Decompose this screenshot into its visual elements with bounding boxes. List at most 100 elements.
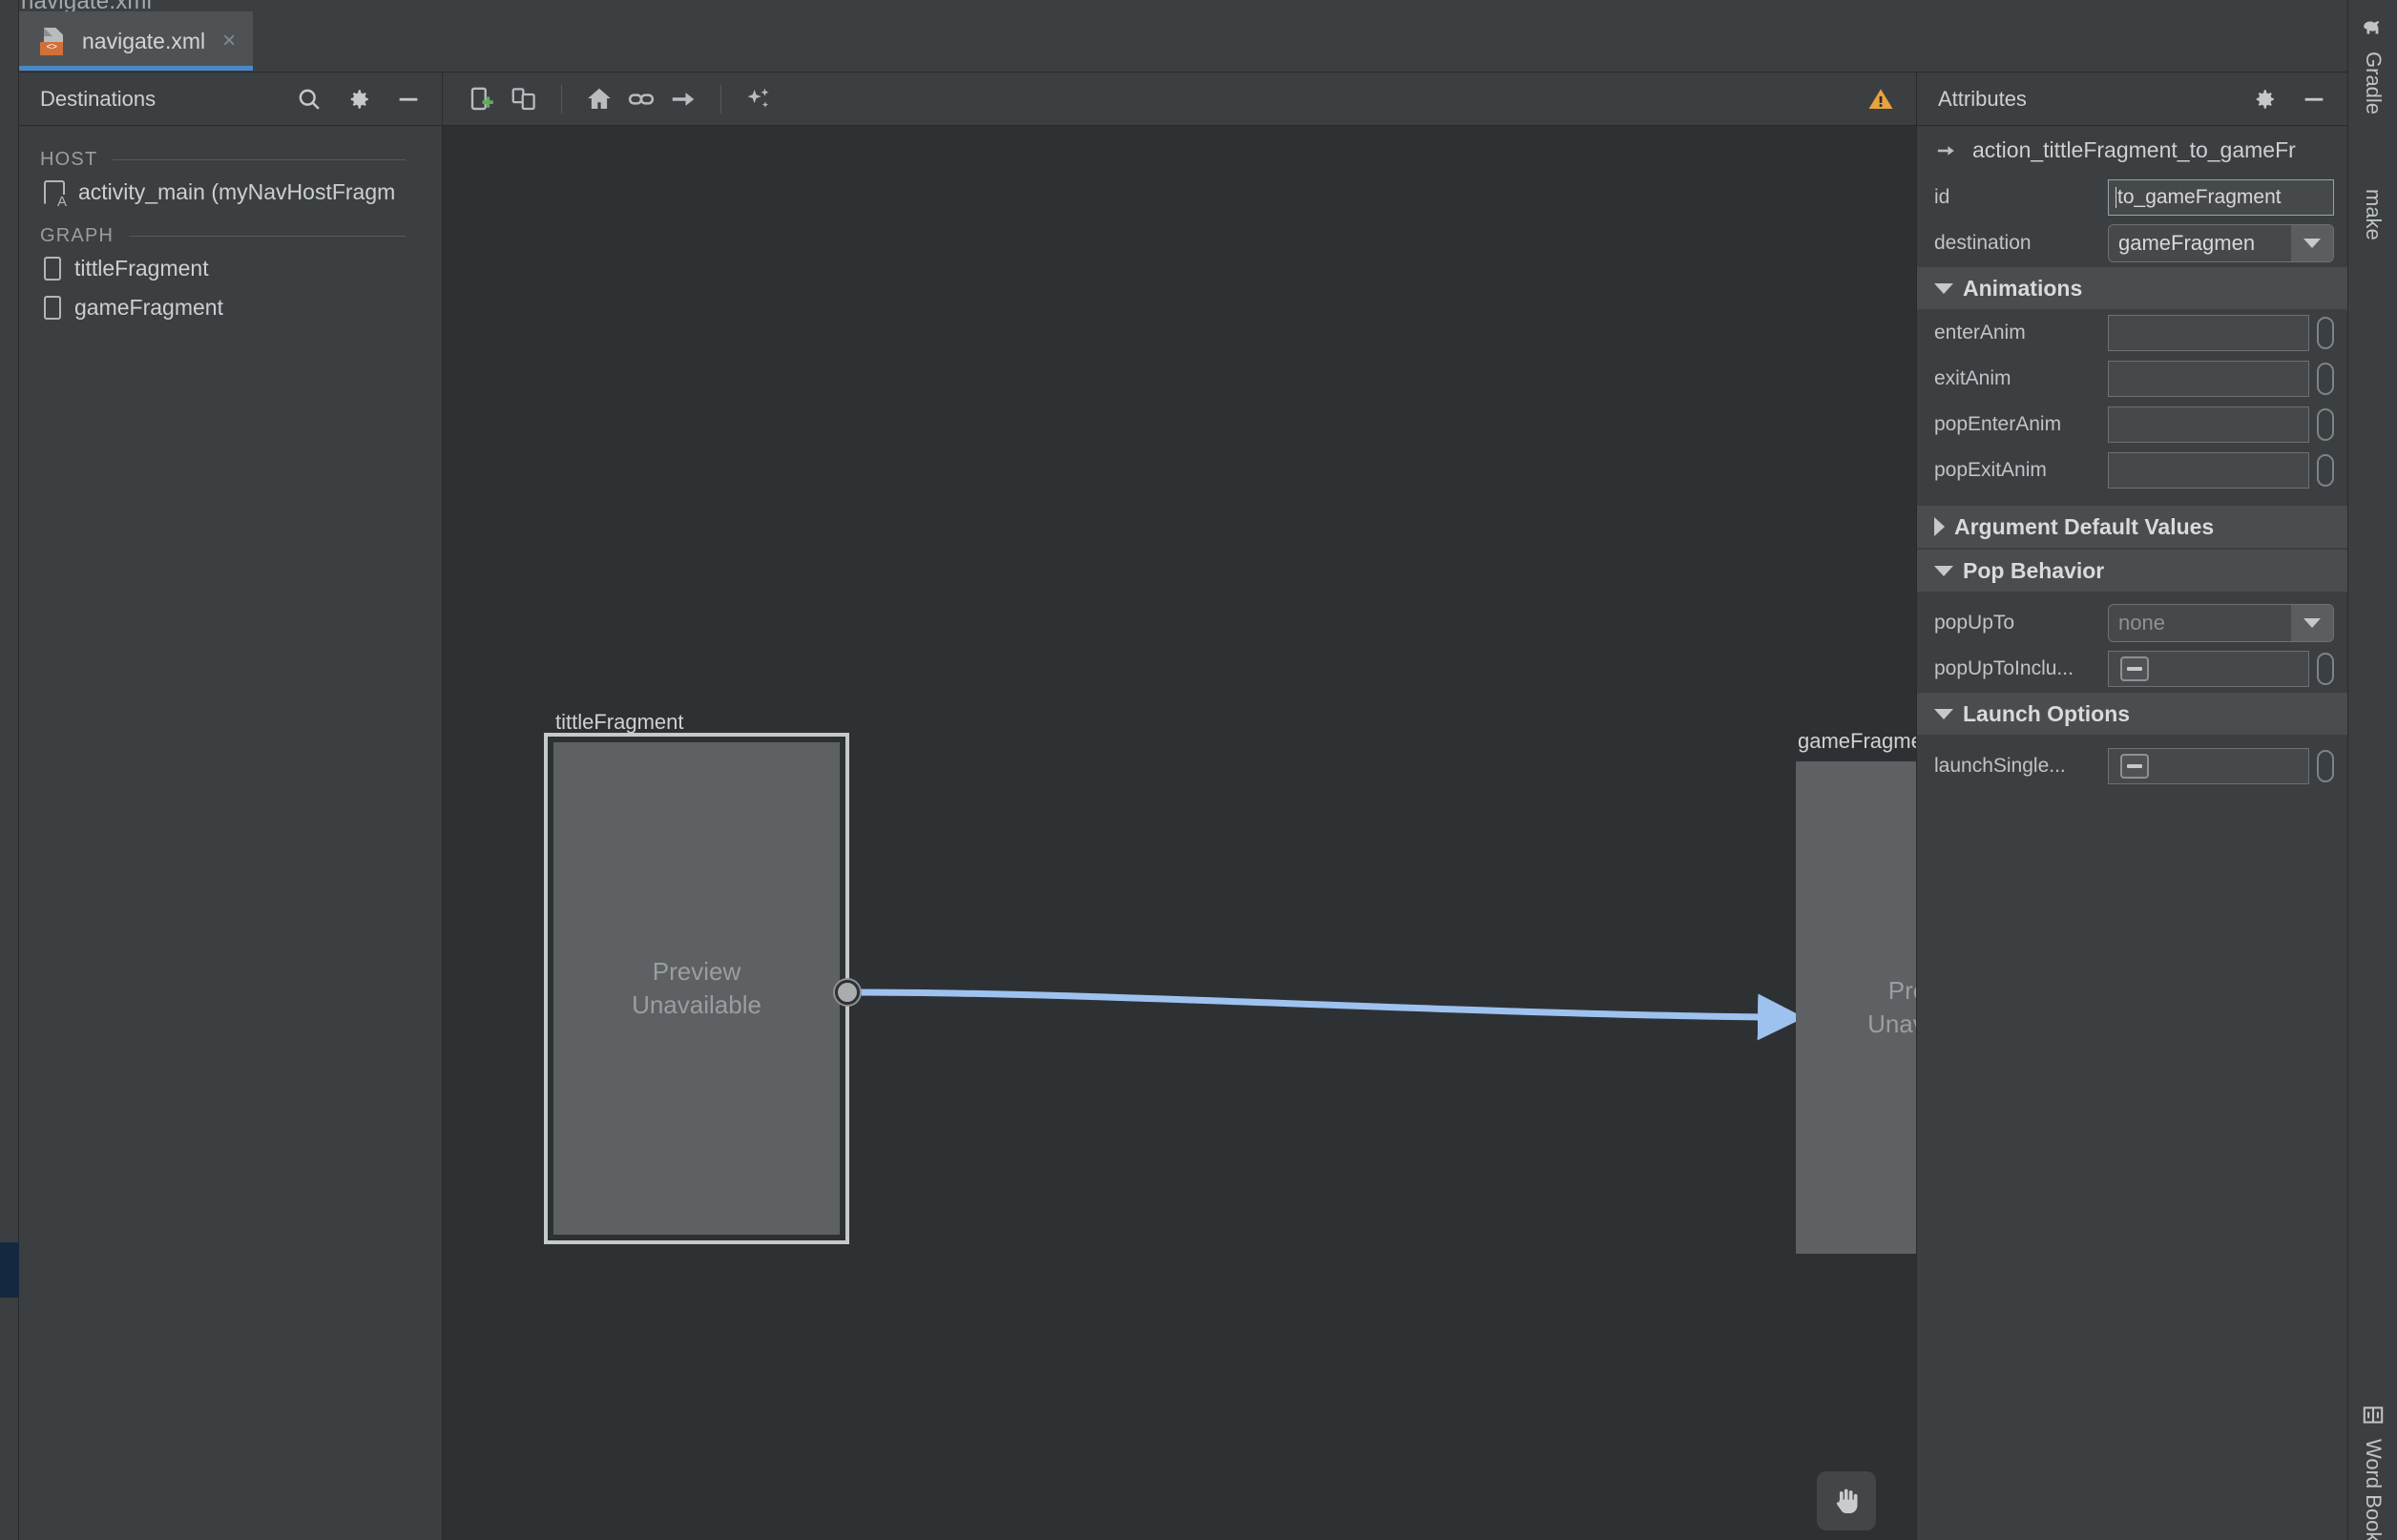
attribute-row-destination: destination gameFragmen	[1917, 220, 2347, 266]
popuptoinclusive-checkbox[interactable]	[2120, 656, 2149, 681]
tool-label-gradle: Gradle	[2362, 52, 2386, 115]
attribute-label-exitanim: exitAnim	[1934, 367, 2011, 389]
minimize-icon[interactable]	[394, 85, 423, 114]
destinations-list: HOST A activity_main (myNavHostFragm GRA…	[19, 126, 442, 1540]
book-icon	[2363, 1406, 2384, 1424]
popenteranim-pick-button[interactable]	[2317, 408, 2334, 441]
minimize-icon[interactable]	[2300, 85, 2328, 114]
work-area: Destinations HOST A activity_main (myNav…	[19, 73, 2347, 1540]
destination-dropdown[interactable]: gameFragmen	[2108, 224, 2334, 262]
section-argument-default-values[interactable]: Argument Default Values	[1917, 505, 2347, 549]
destinations-panel: Destinations HOST A activity_main (myNav…	[19, 73, 443, 1540]
section-animations[interactable]: Animations	[1917, 266, 2347, 310]
editor-tab-bar: <> navigate.xml ×	[19, 11, 2347, 73]
xml-file-icon: <>	[40, 27, 69, 55]
add-action-link-icon[interactable]	[627, 85, 656, 114]
chevron-down-icon	[1934, 282, 1953, 294]
attribute-label-popenteranim: popEnterAnim	[1934, 413, 2062, 435]
tool-button-gradle[interactable]: Gradle	[2348, 6, 2397, 124]
pan-hand-icon[interactable]	[1817, 1471, 1876, 1530]
section-pop-behavior[interactable]: Pop Behavior	[1917, 549, 2347, 593]
canvas-node-gamefragment[interactable]: gameFragment Preview Unavailable	[1796, 729, 1916, 1254]
attribute-row-exitanim: exitAnim	[1917, 356, 2347, 402]
gear-icon[interactable]	[344, 85, 373, 114]
launchsingletop-pick-button[interactable]	[2317, 750, 2334, 782]
preview-unavailable-label: Preview Unavailable	[1867, 975, 1916, 1038]
attribute-label-launchsingletop: launchSingle...	[1934, 755, 2066, 777]
id-input[interactable]: to_gameFragment	[2108, 179, 2334, 216]
editor-tab-label: navigate.xml	[82, 28, 206, 53]
attribute-label-destination: destination	[1934, 232, 2032, 254]
exitanim-pick-button[interactable]	[2317, 363, 2334, 395]
left-strip-marker	[0, 1242, 19, 1298]
destination-item-activity-main[interactable]: A activity_main (myNavHostFragm	[19, 173, 442, 212]
toolbar-divider	[720, 84, 721, 114]
attribute-label-popupto: popUpTo	[1934, 612, 2015, 634]
chevron-right-icon	[1934, 517, 1945, 536]
toolbar-divider	[561, 84, 562, 114]
launchsingletop-checkbox[interactable]	[2120, 754, 2149, 779]
attribute-label-popexitanim: popExitAnim	[1934, 459, 2047, 481]
chevron-down-icon	[2291, 225, 2333, 261]
add-deeplink-arrow-icon[interactable]	[669, 85, 698, 114]
activity-icon: A	[44, 179, 68, 209]
popupto-dropdown[interactable]: none	[2108, 604, 2334, 642]
fragment-icon	[44, 296, 61, 320]
group-label-host: HOST	[40, 149, 98, 170]
attributes-panel-header: Attributes	[1917, 73, 2347, 126]
section-title: Animations	[1963, 275, 2083, 301]
close-icon[interactable]: ×	[219, 30, 236, 52]
start-destination-home-icon[interactable]	[585, 85, 614, 114]
destination-item-label: activity_main (myNavHostFragm	[78, 179, 396, 204]
popexitanim-pick-button[interactable]	[2317, 454, 2334, 487]
attribute-row-popuptoinclusive: popUpToInclu...	[1917, 646, 2347, 692]
attribute-row-popexitanim: popExitAnim	[1917, 447, 2347, 493]
tab-active-underline	[19, 66, 254, 71]
canvas-node-title: gameFragment	[1798, 729, 1916, 753]
destination-item-label: tittleFragment	[74, 256, 209, 281]
group-label-graph: GRAPH	[40, 225, 115, 246]
destination-item-tittlefragment[interactable]: tittleFragment	[19, 249, 442, 288]
enteranim-pick-button[interactable]	[2317, 317, 2334, 349]
attribute-row-popenteranim: popEnterAnim	[1917, 402, 2347, 447]
chevron-down-icon	[2291, 605, 2333, 641]
destination-item-gamefragment[interactable]: gameFragment	[19, 288, 442, 327]
popexitanim-input[interactable]	[2108, 452, 2309, 489]
destinations-group-host: HOST	[19, 135, 442, 173]
editor-tab-navigate-xml[interactable]: <> navigate.xml ×	[19, 11, 254, 71]
canvas-node-title: tittleFragment	[555, 710, 684, 734]
attribute-row-enteranim: enterAnim	[1917, 310, 2347, 356]
destination-dropdown-value: gameFragmen	[2118, 231, 2256, 255]
launchsingletop-field[interactable]	[2108, 748, 2309, 784]
navigation-design-canvas[interactable]: tittleFragment Preview Unavailable gameF…	[443, 126, 1916, 1540]
action-connection-handle[interactable]	[835, 980, 860, 1005]
left-tool-strip	[0, 0, 19, 1540]
popuptoinclusive-field[interactable]	[2108, 651, 2309, 687]
destinations-panel-title: Destinations	[40, 86, 156, 111]
right-tool-strip: Gradle make Word Book	[2347, 0, 2397, 1540]
tool-button-make[interactable]: make	[2348, 179, 2397, 250]
section-launch-options[interactable]: Launch Options	[1917, 692, 2347, 736]
auto-arrange-sparkle-icon[interactable]	[744, 85, 773, 114]
warning-triangle-icon[interactable]	[1866, 85, 1895, 114]
destinations-panel-header: Destinations	[19, 73, 442, 126]
attribute-row-id: id to_gameFragment	[1917, 175, 2347, 220]
design-surface-column: tittleFragment Preview Unavailable gameF…	[443, 73, 1916, 1540]
tool-button-word-book[interactable]: Word Book	[2348, 1393, 2397, 1540]
attributes-panel-title: Attributes	[1938, 86, 2027, 111]
section-title: Launch Options	[1963, 700, 2131, 726]
popenteranim-input[interactable]	[2108, 406, 2309, 443]
new-nested-graph-icon[interactable]	[510, 85, 538, 114]
search-icon[interactable]	[295, 85, 323, 114]
section-title: Argument Default Values	[1954, 513, 2215, 539]
gear-icon[interactable]	[2250, 85, 2279, 114]
android-studio-navigation-editor: navigate.xml <> navigate.xml × Code Spli…	[0, 0, 2397, 1540]
attributes-selected-item-label: action_tittleFragment_to_gameFr	[1972, 137, 2296, 162]
destination-item-label: gameFragment	[74, 295, 223, 320]
exitanim-input[interactable]	[2108, 361, 2309, 397]
attribute-label-popuptoinclusive: popUpToInclu...	[1934, 657, 2074, 679]
canvas-node-tittlefragment[interactable]: tittleFragment Preview Unavailable	[544, 710, 860, 1244]
popuptoinclusive-pick-button[interactable]	[2317, 653, 2334, 685]
enteranim-input[interactable]	[2108, 315, 2309, 351]
new-destination-icon[interactable]	[468, 85, 496, 114]
